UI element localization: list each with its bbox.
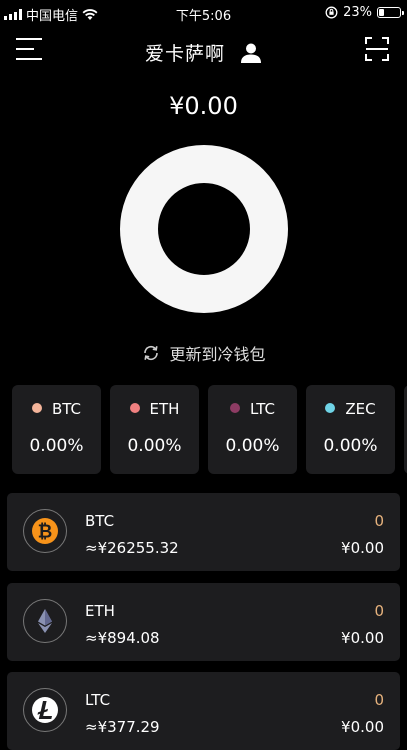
asset-symbol: LTC	[85, 691, 111, 709]
refresh-icon	[144, 345, 159, 361]
coin-cards: BTC 0.00% ETH 0.00% LTC 0.00% ZEC 0.00%	[12, 385, 407, 474]
wallet-name: 爱卡萨啊	[144, 43, 225, 65]
coin-logo	[23, 599, 67, 643]
asset-price: ≈¥894.08	[85, 629, 160, 647]
asset-row-btc[interactable]: ₿ BTC ≈¥26255.32 0 ¥0.00	[7, 493, 400, 571]
coin-logo	[23, 688, 67, 732]
coin-logo: ₿	[23, 509, 67, 553]
coin-card-name: LTC	[249, 400, 276, 418]
coin-card-name: ZEC	[345, 400, 376, 418]
refresh-label: 更新到冷钱包	[169, 345, 266, 364]
nav-bar: 爱卡萨啊	[0, 28, 407, 72]
asset-value: ¥0.00	[341, 629, 384, 647]
asset-quantity: 0	[374, 691, 384, 709]
svg-text:₿: ₿	[38, 522, 53, 543]
total-balance: ¥0.00	[169, 92, 238, 120]
refresh-cold-wallet[interactable]: 更新到冷钱包	[0, 341, 407, 365]
coin-card-percent: 0.00%	[29, 436, 84, 456]
wallet-title: 爱卡萨啊	[0, 39, 407, 66]
allocation-donut	[120, 145, 288, 313]
coin-card-percent: 0.00%	[127, 436, 182, 456]
rotation-lock-icon	[325, 6, 338, 19]
battery-icon	[377, 7, 404, 18]
coin-card-name: BTC	[51, 400, 82, 418]
asset-value: ¥0.00	[341, 539, 384, 557]
asset-symbol: BTC	[85, 512, 115, 530]
coin-card-percent: 0.00%	[225, 436, 280, 456]
coin-card-zec[interactable]: ZEC 0.00%	[306, 385, 395, 474]
litecoin-icon	[32, 697, 58, 723]
user-icon[interactable]	[240, 42, 262, 64]
asset-quantity: 0	[374, 602, 384, 620]
asset-row-eth[interactable]: ETH ≈¥894.08 0 ¥0.00	[7, 583, 400, 661]
asset-price: ≈¥26255.32	[85, 539, 179, 557]
status-right: 23%	[325, 5, 404, 20]
asset-row-ltc[interactable]: LTC ≈¥377.29 0 ¥0.00	[7, 672, 400, 750]
coin-card-name: ETH	[149, 400, 180, 418]
asset-symbol: ETH	[85, 602, 115, 620]
status-bar: 中国电信 下午5:06 23%	[0, 0, 407, 26]
coin-card-btc[interactable]: BTC 0.00%	[12, 385, 101, 474]
ethereum-icon	[38, 609, 52, 633]
coin-card-eth[interactable]: ETH 0.00%	[110, 385, 199, 474]
eth-dot	[129, 402, 140, 413]
coin-card-percent: 0.00%	[323, 436, 378, 456]
asset-price: ≈¥377.29	[85, 718, 160, 736]
zec-dot	[325, 402, 336, 413]
ltc-dot	[229, 402, 240, 413]
battery-percent: 23%	[343, 5, 372, 20]
bitcoin-icon: ₿	[32, 518, 58, 544]
scan-icon[interactable]	[365, 37, 389, 61]
asset-quantity: 0	[374, 512, 384, 530]
coin-card-ltc[interactable]: LTC 0.00%	[208, 385, 297, 474]
btc-dot	[31, 402, 42, 413]
asset-value: ¥0.00	[341, 718, 384, 736]
